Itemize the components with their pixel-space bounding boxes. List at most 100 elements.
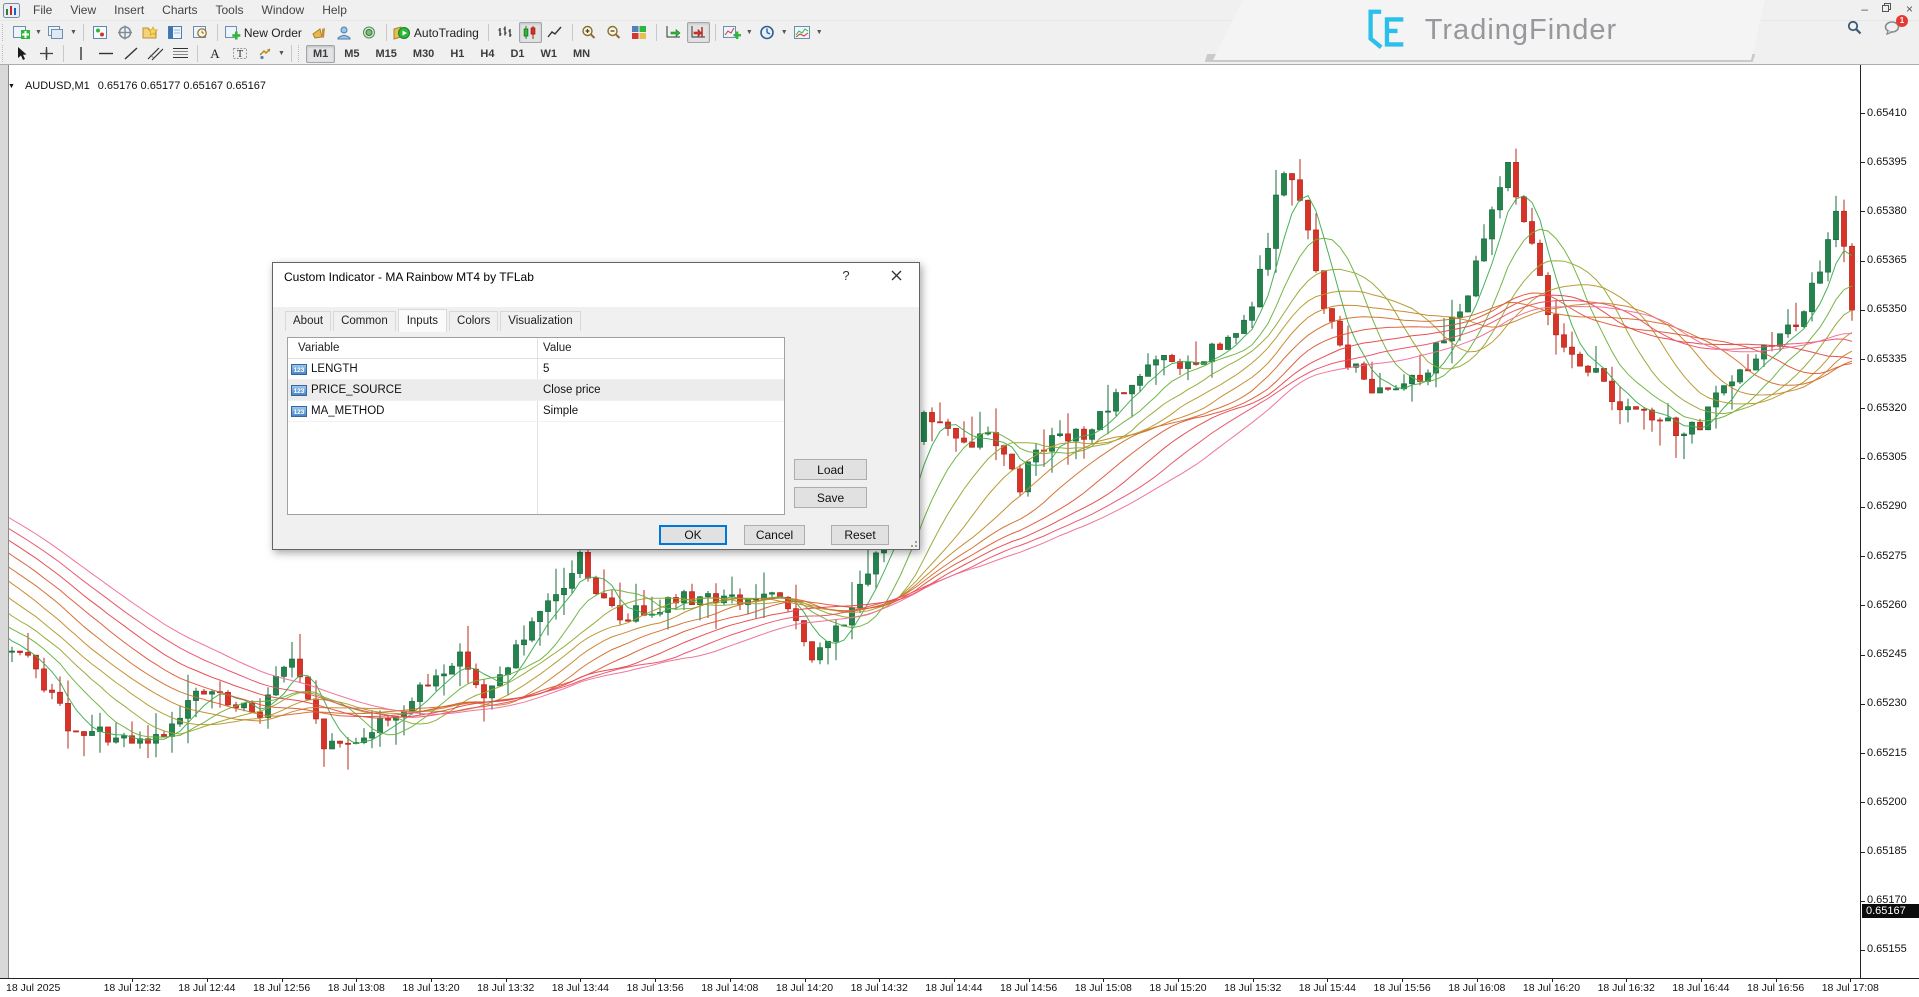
fibonacci-button[interactable] <box>169 43 192 64</box>
indicators-button[interactable] <box>721 22 744 43</box>
load-button[interactable]: Load <box>794 459 867 480</box>
timeframe-m1[interactable]: M1 <box>306 45 335 63</box>
time-axis-label: 18 Jul 15:56 <box>1373 982 1430 994</box>
toolbar-handle[interactable] <box>2 24 7 41</box>
reset-button[interactable]: Reset <box>831 525 889 545</box>
terminal-button[interactable] <box>164 22 187 43</box>
menu-tools[interactable]: Tools <box>207 1 253 19</box>
tab-about[interactable]: About <box>285 311 331 331</box>
zoom-in-button[interactable] <box>578 22 601 43</box>
toolbar-handle[interactable] <box>2 45 7 62</box>
tile-windows-button[interactable] <box>628 22 651 43</box>
zoom-out-button[interactable] <box>603 22 626 43</box>
periods-button[interactable] <box>756 22 779 43</box>
search-icon[interactable] <box>1847 20 1862 40</box>
cancel-button[interactable]: Cancel <box>744 525 805 545</box>
equidistant-channel-button[interactable] <box>144 43 167 64</box>
chart-shift-button[interactable] <box>687 22 710 43</box>
menu-window[interactable]: Window <box>253 1 314 19</box>
dialog-titlebar[interactable]: Custom Indicator - MA Rainbow MT4 by TFL… <box>273 263 919 291</box>
cursor-button[interactable] <box>10 43 33 64</box>
indicators-dropdown-icon[interactable]: ▼ <box>746 29 753 36</box>
timeframe-h4[interactable]: H4 <box>473 45 501 63</box>
trendline-button[interactable] <box>119 43 142 64</box>
close-icon[interactable]: × <box>1906 2 1913 16</box>
timeframe-d1[interactable]: D1 <box>503 45 531 63</box>
dialog-close-button[interactable] <box>881 268 911 286</box>
price-axis[interactable]: 0.654100.653950.653800.653650.653500.653… <box>1860 64 1919 978</box>
timeframe-w1[interactable]: W1 <box>534 45 565 63</box>
tab-colors[interactable]: Colors <box>449 311 498 331</box>
time-axis-label: 18 Jul 14:56 <box>1000 982 1057 994</box>
table-row[interactable]: 123PRICE_SOURCEClose price <box>288 380 784 401</box>
save-button[interactable]: Save <box>794 487 867 508</box>
time-axis[interactable]: 18 Jul 202518 Jul 12:3218 Jul 12:4418 Ju… <box>0 978 1919 997</box>
crosshair-button[interactable] <box>35 43 58 64</box>
price-axis-label: 0.65200 <box>1867 796 1907 808</box>
dialog-help-button[interactable]: ? <box>833 268 859 283</box>
periods-dropdown-icon[interactable]: ▼ <box>781 29 788 36</box>
value-cell[interactable]: 5 <box>537 363 549 375</box>
price-axis-label: 0.65320 <box>1867 402 1907 414</box>
timeframe-h1[interactable]: H1 <box>443 45 471 63</box>
timeframe-m30[interactable]: M30 <box>406 45 441 63</box>
restore-icon[interactable] <box>1882 2 1892 16</box>
navigator-button[interactable] <box>139 22 162 43</box>
arrows-button[interactable] <box>253 43 276 64</box>
tab-inputs[interactable]: Inputs <box>398 309 447 332</box>
market-watch-button[interactable] <box>89 22 112 43</box>
alerts-button[interactable] <box>358 22 381 43</box>
value-cell[interactable]: Simple <box>537 405 578 417</box>
time-tick <box>1327 979 1328 982</box>
menu-view[interactable]: View <box>61 1 105 19</box>
new-order-button[interactable]: New Order <box>223 22 306 43</box>
autotrading-button[interactable]: AutoTrading <box>392 22 483 43</box>
strategy-tester-button[interactable] <box>189 22 212 43</box>
menu-charts[interactable]: Charts <box>153 1 206 19</box>
new-chart-dropdown-icon[interactable]: ▼ <box>35 29 42 36</box>
timeframe-m15[interactable]: M15 <box>369 45 404 63</box>
menu-help[interactable]: Help <box>313 1 356 19</box>
symbol-caret-icon[interactable]: ▼ <box>8 83 15 90</box>
time-axis-label: 18 Jul 13:08 <box>328 982 385 994</box>
price-tick <box>1861 852 1865 853</box>
publisher-button[interactable] <box>308 22 331 43</box>
vertical-line-button[interactable] <box>69 43 92 64</box>
toolbar-handle[interactable] <box>298 45 303 62</box>
autotrading-label: AutoTrading <box>414 26 479 40</box>
text-button[interactable]: A <box>203 43 226 64</box>
ok-button[interactable]: OK <box>659 525 727 545</box>
menu-insert[interactable]: Insert <box>105 1 153 19</box>
bar-chart-button[interactable] <box>494 22 517 43</box>
tab-common[interactable]: Common <box>333 311 396 331</box>
templates-dropdown-icon[interactable]: ▼ <box>816 29 823 36</box>
candlestick-chart-button[interactable] <box>519 22 542 43</box>
profiles-dropdown-icon[interactable]: ▼ <box>70 29 77 36</box>
value-cell[interactable]: Close price <box>537 384 601 396</box>
time-axis-label: 18 Jul 14:32 <box>851 982 908 994</box>
text-label-button[interactable]: T <box>228 43 251 64</box>
new-chart-button[interactable] <box>10 22 33 43</box>
templates-button[interactable] <box>791 22 814 43</box>
time-tick <box>1178 979 1179 982</box>
time-tick <box>506 979 507 982</box>
chat-icon[interactable]: 1 <box>1884 21 1901 40</box>
table-row[interactable]: 123LENGTH5 <box>288 359 784 380</box>
chart-left-border <box>0 64 9 978</box>
table-row[interactable]: 123MA_METHODSimple <box>288 401 784 422</box>
auto-scroll-button[interactable] <box>662 22 685 43</box>
line-chart-button[interactable] <box>544 22 567 43</box>
timeframe-m5[interactable]: M5 <box>337 45 366 63</box>
horizontal-line-button[interactable] <box>94 43 117 64</box>
timeframe-mn[interactable]: MN <box>566 45 597 63</box>
data-window-button[interactable] <box>114 22 137 43</box>
menu-file[interactable]: File <box>24 1 61 19</box>
variable-cell: 123LENGTH <box>288 363 537 375</box>
dialog-tabs: AboutCommonInputsColorsVisualization <box>285 309 583 331</box>
dialog-resize-grip[interactable] <box>909 539 917 547</box>
profiles-button[interactable] <box>45 22 68 43</box>
tab-visualization[interactable]: Visualization <box>500 311 580 331</box>
expert-advisors-button[interactable] <box>333 22 356 43</box>
arrows-dropdown-icon[interactable]: ▼ <box>278 50 285 57</box>
minimize-icon[interactable]: – <box>1861 2 1868 16</box>
